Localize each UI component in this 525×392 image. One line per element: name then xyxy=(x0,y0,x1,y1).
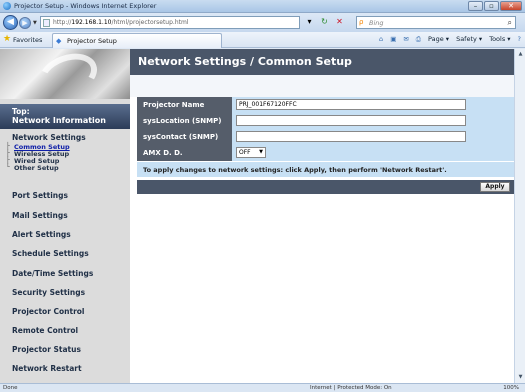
sidebar: Top: Network Information Network Setting… xyxy=(0,49,130,383)
zoom-level[interactable]: 100% xyxy=(503,385,519,391)
sidebar-item-network-restart[interactable]: Network Restart xyxy=(12,364,82,373)
sidebar-item-security-settings[interactable]: Security Settings xyxy=(12,288,85,297)
content-header: Network Settings / Common Setup xyxy=(130,49,514,75)
brand-logo xyxy=(0,49,130,105)
favorites-bar: ★ Favorites ◆ Projector Setup ⌂ ▣ ✉ ⎙ Pa… xyxy=(0,32,525,48)
search-placeholder: Bing xyxy=(369,19,384,27)
search-input[interactable]: ρ Bing ⌕ xyxy=(356,16,516,29)
search-icon[interactable]: ⌕ xyxy=(508,18,512,28)
sidebar-item-remote-control[interactable]: Remote Control xyxy=(12,326,78,335)
help-icon[interactable]: ? xyxy=(518,35,521,44)
sidebar-item-alert-settings[interactable]: Alert Settings xyxy=(12,230,71,239)
form-row: Projector Name xyxy=(137,97,514,113)
syscontact-label: sysContact (SNMP) xyxy=(137,129,232,145)
sidebar-item-datetime-settings[interactable]: Date/Time Settings xyxy=(12,269,93,278)
scroll-down-icon[interactable]: ▼ xyxy=(516,373,525,382)
vertical-scrollbar[interactable]: ▲ ▼ xyxy=(514,49,525,383)
sidebar-item-top[interactable]: Top: Network Information xyxy=(0,104,130,129)
syscontact-field[interactable] xyxy=(236,131,466,142)
ie-icon xyxy=(3,2,11,10)
settings-form: Projector Name sysLocation (SNMP) sysCon… xyxy=(137,97,514,161)
feeds-icon[interactable]: ▣ xyxy=(390,35,396,44)
projector-name-label: Projector Name xyxy=(137,97,232,113)
sidebar-item-projector-control[interactable]: Projector Control xyxy=(12,307,85,316)
page-title: Network Settings / Common Setup xyxy=(138,55,352,68)
sidebar-subitem-other-setup[interactable]: └ Other Setup xyxy=(6,164,128,172)
stop-icon[interactable]: ✕ xyxy=(334,16,345,27)
sidebar-item-schedule-settings[interactable]: Schedule Settings xyxy=(12,249,89,258)
syslocation-field[interactable] xyxy=(236,115,466,126)
form-row: AMX D. D. OFF ▼ xyxy=(137,145,514,161)
security-zone: Internet | Protected Mode: On xyxy=(310,385,392,391)
safety-menu[interactable]: Safety ▾ xyxy=(456,35,482,44)
tools-menu[interactable]: Tools ▾ xyxy=(489,35,510,44)
address-input[interactable]: http://192.168.1.10/html/projectorsetup.… xyxy=(40,16,300,29)
projector-name-field[interactable] xyxy=(236,99,466,110)
sidebar-item-mail-settings[interactable]: Mail Settings xyxy=(12,211,68,220)
maximize-button[interactable]: ▫ xyxy=(484,1,499,11)
close-button[interactable]: ✕ xyxy=(500,1,522,11)
apply-notice: To apply changes to network settings: cl… xyxy=(137,162,514,177)
form-row: sysLocation (SNMP) xyxy=(137,113,514,129)
amx-dd-select[interactable]: OFF ▼ xyxy=(236,147,266,158)
favorites-star-icon[interactable]: ★ xyxy=(3,34,11,44)
page-menu[interactable]: Page ▾ xyxy=(428,35,449,44)
mail-icon[interactable]: ✉ xyxy=(403,35,408,44)
forward-arrow-icon[interactable]: ▶ xyxy=(19,17,31,29)
status-bar: Done Internet | Protected Mode: On 100% xyxy=(0,383,525,392)
action-bar: Apply xyxy=(137,180,514,194)
status-text: Done xyxy=(3,385,18,391)
syslocation-label: sysLocation (SNMP) xyxy=(137,113,232,129)
minimize-button[interactable]: – xyxy=(468,1,483,11)
sidebar-item-network-settings[interactable]: Network Settings xyxy=(12,133,128,142)
tab-label: Projector Setup xyxy=(67,37,117,45)
address-url: http://192.168.1.10/html/projectorsetup.… xyxy=(53,19,189,26)
home-icon[interactable]: ⌂ xyxy=(379,35,383,44)
sidebar-item-port-settings[interactable]: Port Settings xyxy=(12,191,68,200)
sidebar-item-projector-status[interactable]: Projector Status xyxy=(12,345,81,354)
window-titlebar: Projector Setup - Windows Internet Explo… xyxy=(0,0,525,13)
address-toolbar: ◀ ▶ ▼ http://192.168.1.10/html/projector… xyxy=(0,13,525,32)
amx-dd-label: AMX D. D. xyxy=(137,145,232,161)
tab-page-icon: ◆ xyxy=(56,37,62,45)
page-icon xyxy=(43,19,50,27)
scroll-up-icon[interactable]: ▲ xyxy=(516,50,525,59)
print-icon[interactable]: ⎙ xyxy=(416,35,421,44)
bing-icon: ρ xyxy=(359,18,364,26)
history-dropdown-icon[interactable]: ▼ xyxy=(33,20,37,26)
window-title: Projector Setup - Windows Internet Explo… xyxy=(14,2,157,10)
favorites-button[interactable]: Favorites xyxy=(13,36,42,44)
tab-projector-setup[interactable]: ◆ Projector Setup xyxy=(52,33,222,48)
form-row: sysContact (SNMP) xyxy=(137,129,514,145)
refresh-icon[interactable]: ↻ xyxy=(319,16,330,27)
apply-button[interactable]: Apply xyxy=(480,182,510,192)
web-page: Top: Network Information Network Setting… xyxy=(0,49,514,383)
chevron-down-icon: ▼ xyxy=(259,149,263,155)
back-arrow-icon[interactable]: ◀ xyxy=(3,15,18,30)
compat-view-icon[interactable]: ▾ xyxy=(304,16,315,27)
